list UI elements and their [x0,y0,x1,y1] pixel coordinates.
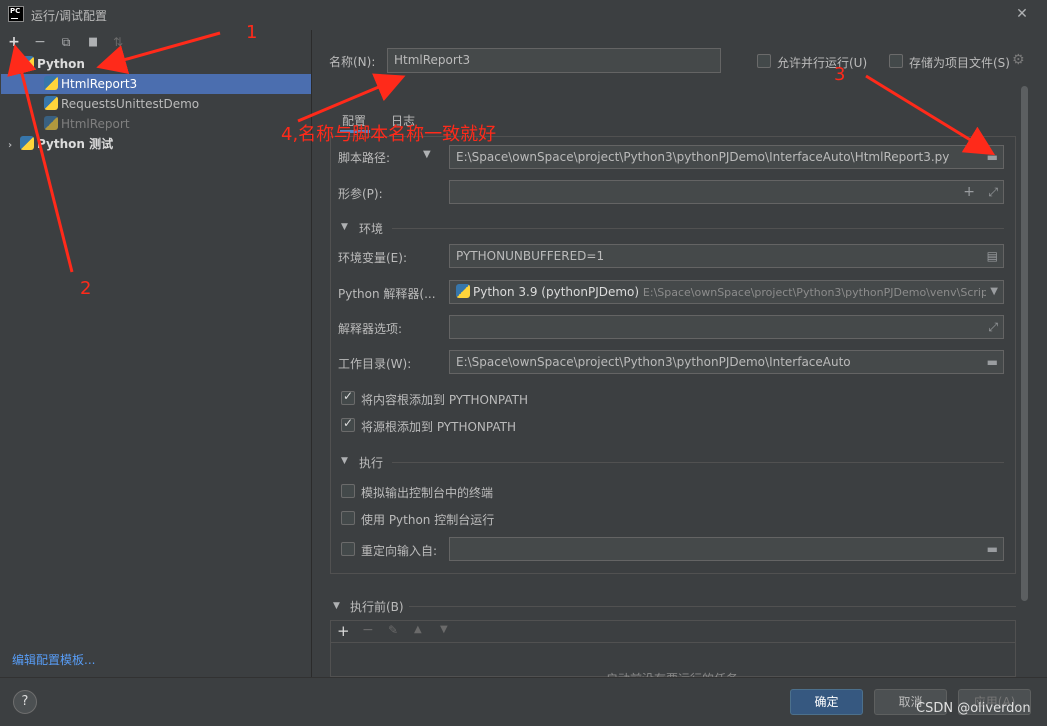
annotation-label-2: 2 [80,278,92,299]
annotation-arrow-2 [7,44,74,273]
annotation-arrow-4 [297,73,406,123]
annotation-label-4: 4,名称与脚本名称一致就好 [281,124,497,145]
annotation-arrows [7,31,996,273]
annotation-arrow-1 [96,31,221,74]
watermark: CSDN @oliverdon [916,701,1031,716]
annotation-arrow-3 [865,74,996,156]
annotation-label-1: 1 [246,22,258,43]
annotation-label-3: 3 [834,64,846,85]
